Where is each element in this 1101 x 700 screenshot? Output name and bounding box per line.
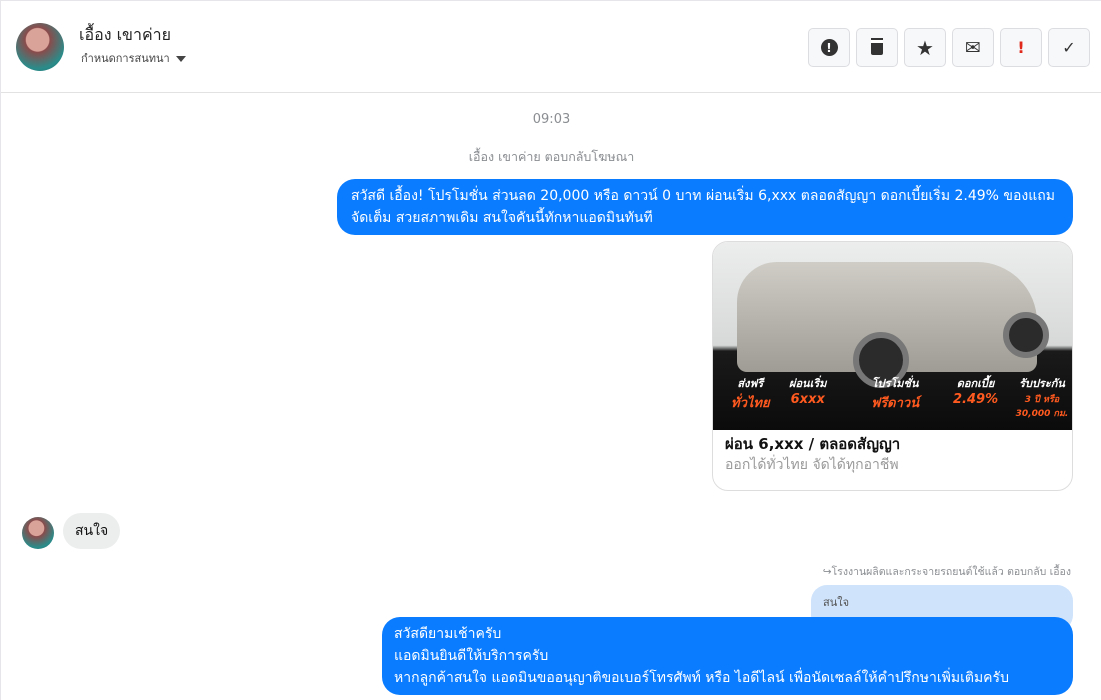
message-timestamp: 09:03	[532, 112, 571, 127]
car-ad-image: ส่งฟรีทั่วไทย ผ่อนเริ่ม 6xxx โปรโมชั่นฟรี…	[713, 242, 1072, 430]
ad-card[interactable]: ส่งฟรีทั่วไทย ผ่อนเริ่ม 6xxx โปรโมชั่นฟรี…	[712, 241, 1073, 491]
promo-item: รับประกัน 3 ปี หรือ 30,000 กม.	[1013, 374, 1071, 420]
report-button[interactable]: !	[808, 28, 850, 67]
contact-avatar-small[interactable]	[22, 517, 54, 549]
promo-label: โปรโมชั่น	[871, 377, 919, 390]
promo-value: 3 ปี หรือ 30,000 กม.	[1015, 395, 1069, 419]
promo-label: ส่งฟรี	[737, 377, 764, 390]
promo-value: 2.49%	[953, 392, 999, 407]
wheel	[1003, 312, 1049, 358]
alert-circle-icon: !	[820, 39, 838, 56]
spam-button[interactable]: !	[1000, 28, 1042, 67]
outgoing-reply-message: สวัสดียามเช้าครับ แอดมินยินดีให้บริการคร…	[382, 617, 1073, 695]
delete-button[interactable]	[856, 28, 898, 67]
mark-done-button[interactable]: ✓	[1048, 28, 1090, 67]
promo-value: 6xxx	[790, 392, 825, 407]
mark-unread-button[interactable]: ✉	[952, 28, 994, 67]
contact-avatar[interactable]	[16, 23, 64, 71]
reply-line: สวัสดียามเช้าครับ	[394, 626, 502, 642]
conversation-header: เอื้อง เขาค่าย กำหนดการสนทนา ! ★ ✉ ! ✓	[1, 1, 1101, 93]
contact-name[interactable]: เอื้อง เขาค่าย	[79, 23, 171, 48]
promo-item: ดอกเบี้ย 2.49%	[953, 374, 998, 407]
promo-label: ดอกเบี้ย	[956, 377, 995, 390]
star-button[interactable]: ★	[904, 28, 946, 67]
promo-item: ผ่อนเริ่ม 6xxx	[789, 374, 827, 407]
promo-label: รับประกัน	[1019, 377, 1065, 390]
reply-header-text: โรงงานผลิตและกระจายรถยนต์ใช้แล้ว ตอบกลับ…	[831, 566, 1071, 578]
reply-line: หากลูกค้าสนใจ แอดมินขออนุญาติขอเบอร์โทรศ…	[394, 670, 1009, 686]
conversation-schedule-dropdown[interactable]: กำหนดการสนทนา	[81, 49, 186, 67]
star-icon: ★	[916, 35, 934, 60]
dropdown-label: กำหนดการสนทนา	[81, 52, 170, 65]
outgoing-ad-message: สวัสดี เอื้อง! โปรโมชั่น ส่วนลด 20,000 ห…	[337, 179, 1073, 235]
ad-card-subtitle: ออกได้ทั่วไทย จัดได้ทุกอาชีพ	[725, 457, 899, 473]
promo-value: ทั่วไทย	[731, 396, 770, 411]
trash-icon	[871, 40, 883, 55]
check-icon: ✓	[1062, 38, 1076, 57]
promo-value: ฟรีดาวน์	[871, 396, 920, 411]
reply-header: ↪โรงงานผลิตและกระจายรถยนต์ใช้แล้ว ตอบกลั…	[822, 566, 1071, 578]
promo-label: ผ่อนเริ่ม	[789, 377, 827, 390]
incoming-message: สนใจ	[63, 513, 121, 549]
ad-card-title: ผ่อน 6,xxx / ตลอดสัญญา	[725, 435, 901, 453]
envelope-icon: ✉	[965, 36, 981, 59]
promo-item: โปรโมชั่นฟรีดาวน์	[871, 374, 919, 413]
toolbar: ! ★ ✉ ! ✓	[808, 28, 1090, 67]
promo-item: ส่งฟรีทั่วไทย	[731, 374, 770, 413]
ad-reply-note: เอื้อง เขาค่าย ตอบกลับโฆษณา	[468, 149, 635, 164]
reply-line: แอดมินยินดีให้บริการครับ	[394, 648, 549, 664]
caret-down-icon	[175, 56, 186, 62]
exclamation-icon: !	[1017, 38, 1025, 57]
